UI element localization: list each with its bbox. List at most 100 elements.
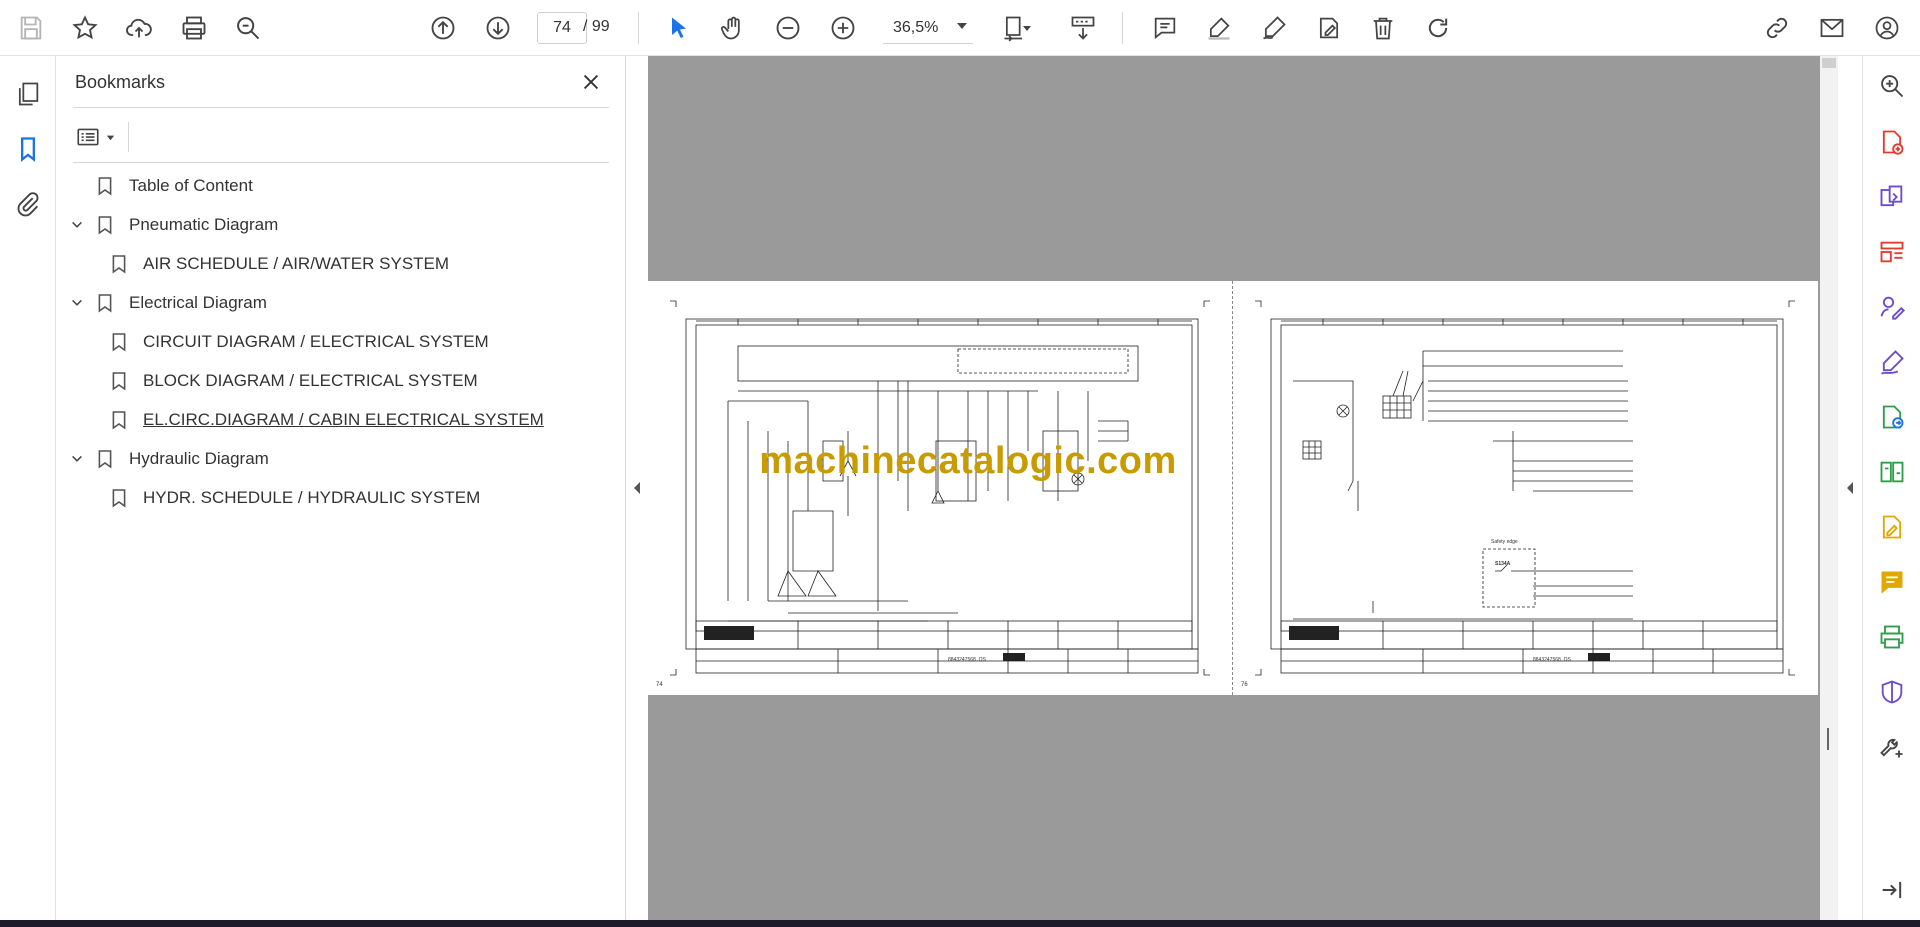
edit-text-icon [1319, 17, 1339, 39]
bookmark-item[interactable]: Hydraulic Diagram [69, 444, 269, 474]
comment-button[interactable] [1146, 9, 1184, 47]
request-signature-icon [1880, 296, 1905, 320]
zoom-search-icon [1881, 75, 1904, 98]
edit-text-button[interactable] [1310, 9, 1348, 47]
document-scrollbar[interactable] [1820, 56, 1838, 920]
save-button[interactable] [12, 9, 50, 47]
more-tools-button[interactable] [1874, 729, 1910, 765]
fill-sign-button[interactable] [1874, 344, 1910, 380]
bookmark-options-button[interactable] [75, 120, 123, 154]
protect-button[interactable] [1874, 674, 1910, 710]
trash-icon [1373, 17, 1393, 40]
expand-panel-button[interactable] [1874, 872, 1910, 908]
doc-code-right: 8843247568 .OS [1533, 657, 1571, 663]
export-pdf-button[interactable] [1874, 399, 1910, 435]
pdf-page-left: 8843247568 .OS 74 [648, 281, 1233, 695]
bookmark-icon [109, 252, 129, 276]
toolbar-divider [1122, 12, 1123, 44]
save-icon [20, 16, 42, 40]
attachments-button[interactable] [10, 186, 46, 222]
bookmark-label: EL.CIRC.DIAGRAM / CABIN ELECTRICAL SYSTE… [143, 410, 544, 429]
find-button[interactable] [229, 9, 267, 47]
search-icon [237, 17, 260, 40]
print-button[interactable] [175, 9, 213, 47]
mail-icon [1820, 18, 1844, 38]
top-toolbar: / 99 36,5% [0, 0, 1920, 56]
chevron-down-icon[interactable] [69, 451, 85, 467]
bookmark-item-active[interactable]: EL.CIRC.DIAGRAM / CABIN ELECTRICAL SYSTE… [109, 405, 544, 435]
pdf-page-right: Safety edge S134A 8843247568 .OS 76 [1233, 281, 1818, 695]
edit-pdf-button[interactable] [1874, 509, 1910, 545]
comment-tool-button[interactable] [1874, 564, 1910, 600]
edit-pdf-icon [1882, 515, 1902, 539]
zoom-tool-button[interactable] [1874, 68, 1910, 104]
scroll-mode-button[interactable] [1064, 9, 1102, 47]
collapse-right-panel-icon[interactable] [1843, 478, 1857, 498]
more-tools-icon [1880, 738, 1903, 758]
component-label: S134A [1495, 561, 1511, 567]
select-tool-button[interactable] [660, 9, 698, 47]
tools-rail [1862, 56, 1920, 920]
zoom-in-icon [831, 16, 855, 40]
chevron-down-icon[interactable] [69, 217, 85, 233]
page-fit-dropdown[interactable] [1018, 9, 1036, 47]
attachment-icon [17, 192, 39, 217]
safety-edge-label: Safety edge [1491, 539, 1518, 545]
highlight-button[interactable] [1200, 9, 1238, 47]
close-icon [583, 74, 599, 90]
bookmark-label: CIRCUIT DIAGRAM / ELECTRICAL SYSTEM [143, 332, 489, 351]
previous-page-button[interactable] [424, 9, 462, 47]
redo-button[interactable] [1419, 9, 1457, 47]
page-down-icon [486, 16, 510, 40]
create-pdf-button[interactable] [1874, 124, 1910, 160]
zoom-out-button[interactable] [769, 9, 807, 47]
bookmark-item[interactable]: HYDR. SCHEDULE / HYDRAULIC SYSTEM [109, 483, 480, 513]
page-thumbnails-icon [18, 82, 39, 106]
bookmark-label: Pneumatic Diagram [129, 215, 279, 234]
combine-files-button[interactable] [1874, 179, 1910, 215]
draw-button[interactable] [1255, 9, 1293, 47]
bookmark-item[interactable]: Electrical Diagram [69, 288, 267, 318]
share-link-button[interactable] [1758, 9, 1796, 47]
bookmarks-button[interactable] [10, 131, 46, 167]
bookmark-item[interactable]: Pneumatic Diagram [69, 210, 278, 240]
collapse-left-panel-icon[interactable] [630, 478, 644, 498]
zoom-in-button[interactable] [824, 9, 862, 47]
bookmark-label: Electrical Diagram [129, 293, 267, 312]
star-icon [72, 15, 98, 40]
scroll-position-marker [1827, 728, 1829, 750]
account-icon [1875, 16, 1899, 40]
bookmark-star-button[interactable] [66, 9, 104, 47]
bookmark-label: Hydraulic Diagram [129, 449, 269, 468]
chevron-down-icon[interactable] [69, 295, 85, 311]
account-button[interactable] [1868, 9, 1906, 47]
upload-button[interactable] [120, 9, 158, 47]
email-button[interactable] [1813, 9, 1851, 47]
bookmark-label: BLOCK DIAGRAM / ELECTRICAL SYSTEM [143, 371, 478, 390]
bookmark-item[interactable]: BLOCK DIAGRAM / ELECTRICAL SYSTEM [109, 366, 478, 396]
bookmark-item[interactable]: CIRCUIT DIAGRAM / ELECTRICAL SYSTEM [109, 327, 489, 357]
zoom-level-select[interactable]: 36,5% [883, 12, 973, 44]
bookmark-icon [95, 174, 115, 198]
next-page-button[interactable] [479, 9, 517, 47]
scan-ocr-button[interactable] [1874, 619, 1910, 655]
bookmark-icon [21, 137, 35, 162]
panel-divider [73, 162, 609, 163]
document-viewport[interactable]: 8843247568 .OS 74 Safety edge S134A 8843… [648, 56, 1820, 920]
compare-files-button[interactable] [1874, 454, 1910, 490]
close-panel-button[interactable] [577, 68, 605, 96]
scrollbar-thumb[interactable] [1822, 58, 1836, 68]
bookmark-item[interactable]: Table of Content [69, 171, 253, 201]
bookmark-icon [95, 447, 115, 471]
hand-tool-button[interactable] [714, 9, 752, 47]
comment-tool-icon [1881, 571, 1903, 594]
delete-button[interactable] [1364, 9, 1402, 47]
electrical-schematic-drawing: Safety edge S134A 8843247568 .OS 76 [1241, 300, 1795, 688]
organize-pages-button[interactable] [1874, 234, 1910, 270]
cloud-upload-icon [126, 18, 152, 38]
bookmark-item[interactable]: AIR SCHEDULE / AIR/WATER SYSTEM [109, 249, 449, 279]
request-signature-button[interactable] [1874, 289, 1910, 325]
page-thumbnails-button[interactable] [10, 76, 46, 112]
create-pdf-icon [1882, 130, 1904, 155]
page-number-input[interactable] [537, 12, 587, 44]
